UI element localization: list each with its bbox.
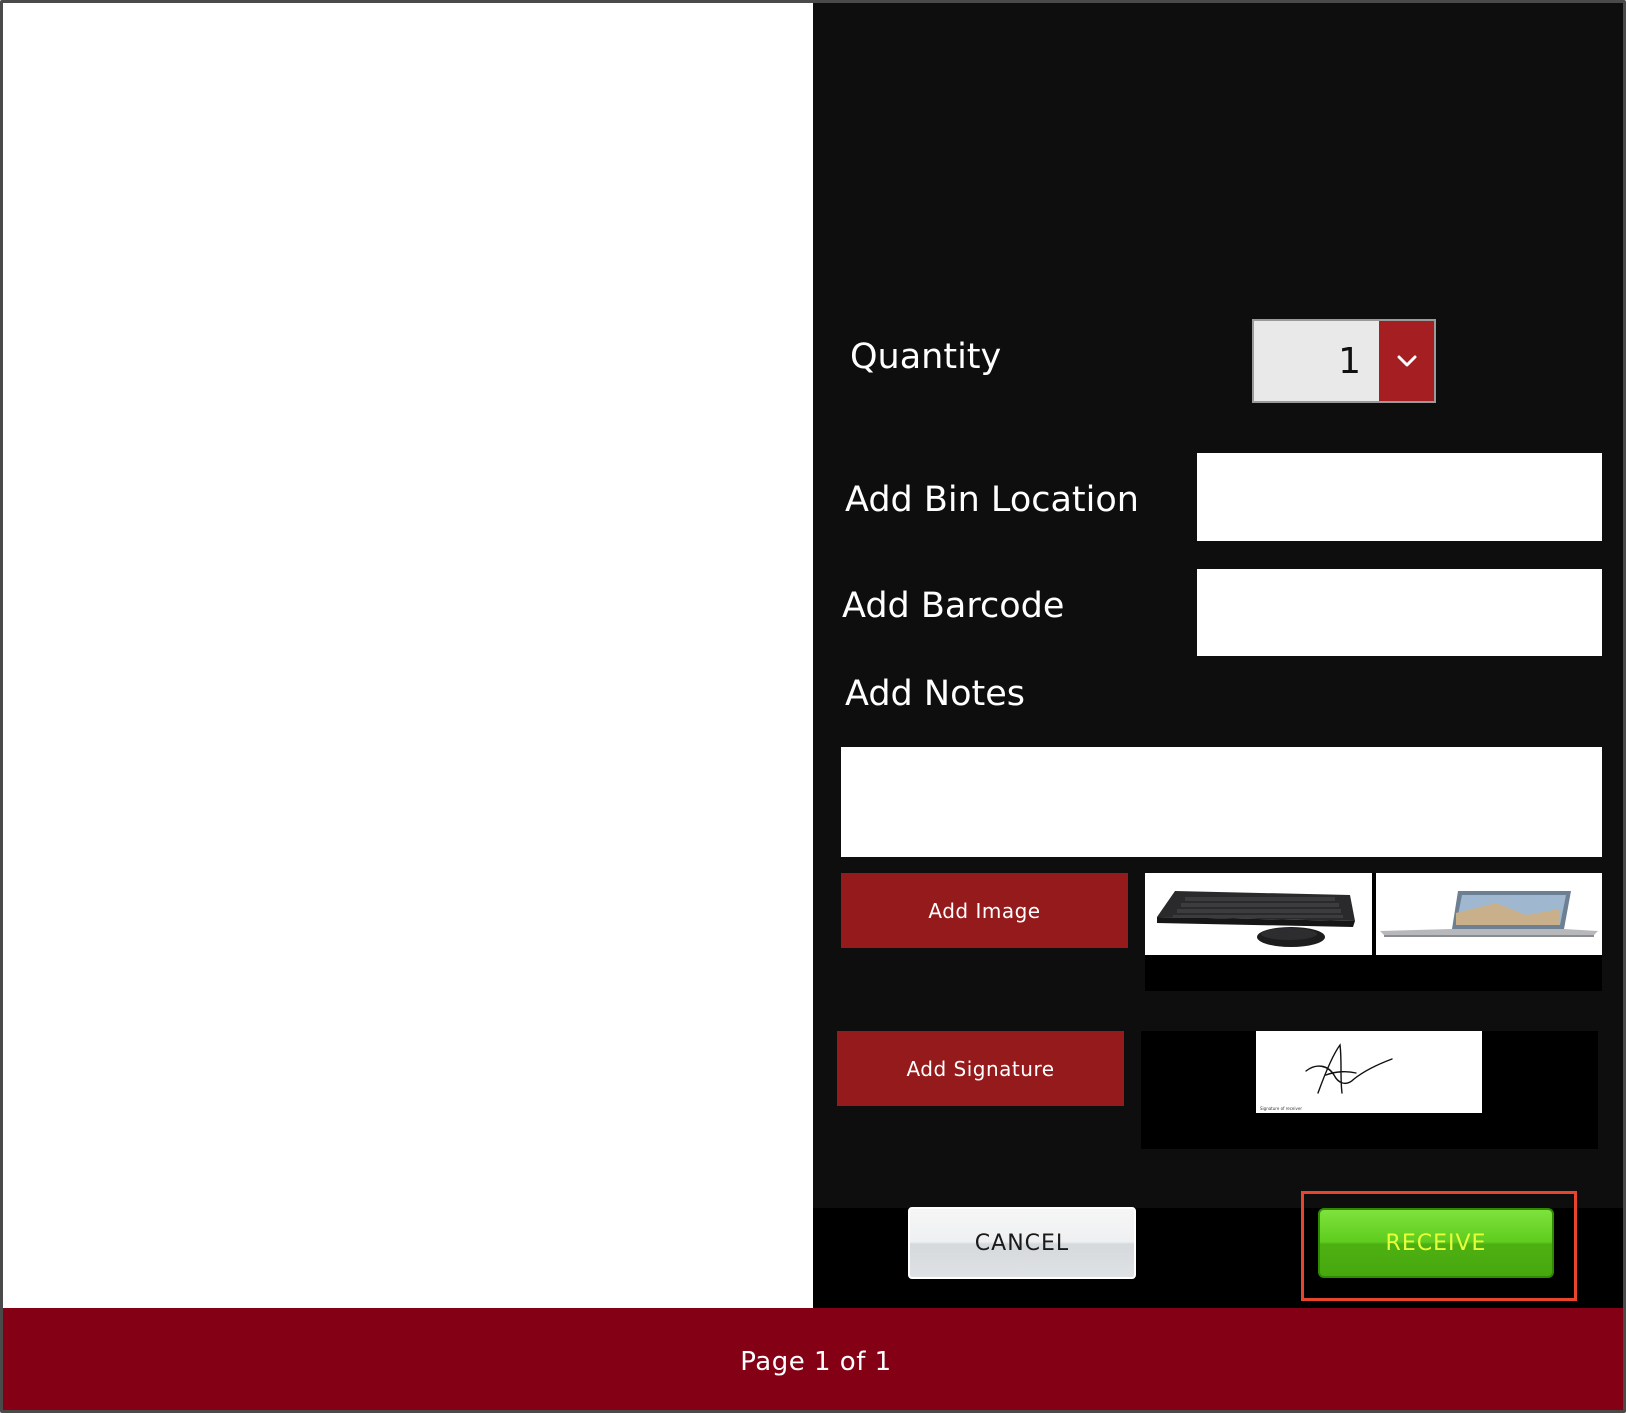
image-thumbnail[interactable] (1376, 873, 1602, 955)
signature-image (1305, 1043, 1393, 1094)
image-thumbnails (1145, 873, 1602, 991)
document-preview (3, 3, 813, 1308)
notes-textarea[interactable] (841, 747, 1602, 857)
quantity-dropdown-toggle[interactable] (1379, 321, 1434, 401)
quantity-select[interactable]: 1 (1252, 319, 1436, 403)
quantity-value: 1 (1338, 340, 1361, 382)
image-thumbnail[interactable] (1145, 873, 1372, 955)
bin-location-label: Add Bin Location (845, 480, 1139, 520)
app-frame: Quantity 1 Add Bin Location Add Barcode … (0, 0, 1626, 1413)
keyboard-mouse-image (1157, 891, 1355, 947)
cancel-button[interactable]: CANCEL (908, 1207, 1136, 1279)
pagination-footer: Page 1 of 1 (3, 1308, 1623, 1410)
barcode-label: Add Barcode (842, 586, 1065, 626)
bin-location-input[interactable] (1197, 453, 1602, 541)
signature-caption: Signature of receiver (1260, 1106, 1302, 1111)
add-signature-button[interactable]: Add Signature (837, 1031, 1124, 1106)
receive-button[interactable]: RECEIVE (1318, 1208, 1554, 1278)
laptop-image (1380, 891, 1598, 937)
page-indicator: Page 1 of 1 (740, 1347, 892, 1377)
quantity-label: Quantity (850, 337, 1002, 377)
signature-area: Signature of receiver (1141, 1031, 1598, 1149)
barcode-input[interactable] (1197, 569, 1602, 656)
signature-preview[interactable]: Signature of receiver (1256, 1031, 1482, 1113)
chevron-down-icon (1397, 355, 1416, 367)
notes-label: Add Notes (845, 674, 1025, 714)
add-image-button[interactable]: Add Image (841, 873, 1128, 948)
